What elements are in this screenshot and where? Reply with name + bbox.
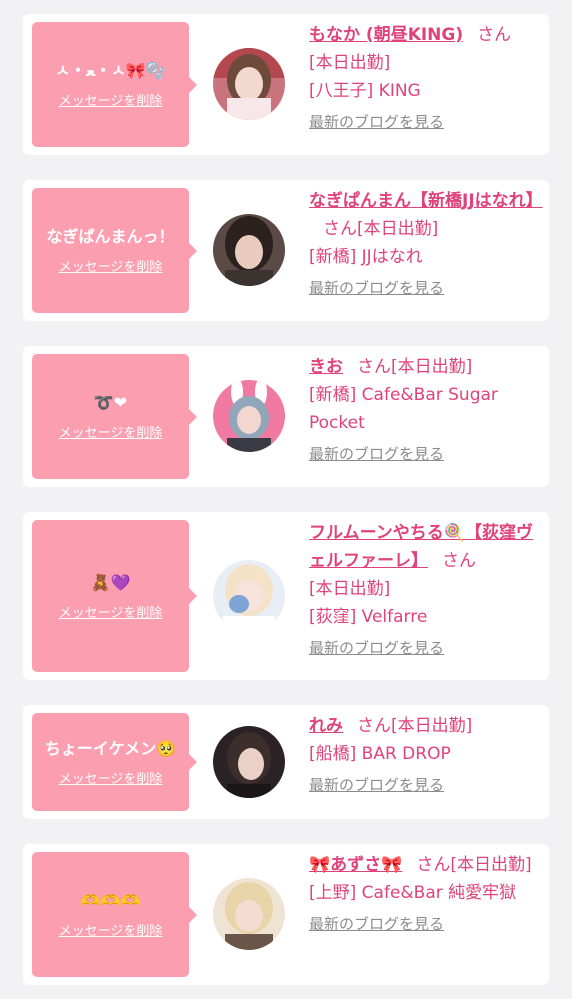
avatar[interactable] (213, 726, 285, 798)
shop-name: [上野] Cafe&Bar 純愛牢獄 (309, 883, 517, 903)
cast-info: きお さん[本日出勤] [新橋] Cafe&Bar Sugar Pocket 最新… (309, 353, 543, 465)
avatar[interactable] (213, 48, 285, 120)
message-bubble: ➰❤ メッセージを削除 (32, 354, 197, 479)
shop-name: [新橋] JJはなれ (309, 247, 423, 267)
message-text: ちょーイケメン🥺 (44, 738, 177, 758)
latest-blog-link[interactable]: 最新のブログを見る (309, 913, 543, 935)
message-card: ちょーイケメン🥺 メッセージを削除 れみ さん[本日出勤] [船橋] BAR DR… (23, 705, 549, 819)
message-text: なぎぱんまんっ！ (46, 227, 175, 246)
cast-info: もなか (朝昼KING) さん [本日出勤] [八王子] KING 最新のブログを… (309, 21, 543, 133)
latest-blog-link[interactable]: 最新のブログを見る (309, 637, 543, 659)
shop-name: [船橋] BAR DROP (309, 744, 451, 764)
latest-blog-link[interactable]: 最新のブログを見る (309, 443, 543, 465)
message-bubble: ちょーイケメン🥺 メッセージを削除 (32, 713, 197, 811)
shop-name: [荻窪] Velfarre (309, 607, 428, 627)
latest-blog-link[interactable]: 最新のブログを見る (309, 277, 543, 299)
honorific: さん (442, 551, 476, 571)
message-text: ➰❤ (93, 393, 128, 412)
delete-message-link[interactable]: メッセージを削除 (59, 920, 163, 939)
message-bubble: なぎぱんまんっ！ メッセージを削除 (32, 188, 197, 313)
honorific: さん (477, 25, 512, 45)
message-bubble: 🧸💜 メッセージを削除 (32, 520, 197, 672)
latest-blog-link[interactable]: 最新のブログを見る (309, 111, 543, 133)
delete-message-link[interactable]: メッセージを削除 (59, 256, 163, 275)
message-card: ㅅ・ﻌ・ㅅ🎀🫧 メッセージを削除 もなか (朝昼KING) さん [本日出勤] [… (23, 14, 549, 155)
avatar[interactable] (213, 214, 285, 286)
cast-name-link[interactable]: なぎぱんまん【新橋JJはなれ】 (309, 191, 543, 211)
honorific: さん (357, 357, 391, 377)
shop-name: [新橋] Cafe&Bar Sugar Pocket (309, 385, 498, 433)
message-card: なぎぱんまんっ！ メッセージを削除 なぎぱんまん【新橋JJはなれ】さん[本日出勤… (23, 180, 549, 321)
cast-info: れみ さん[本日出勤] [船橋] BAR DROP 最新のブログを見る (309, 712, 543, 796)
attendance-status: [本日出勤] (357, 219, 439, 239)
cast-name-link[interactable]: れみ (309, 716, 343, 736)
cast-name-link[interactable]: 🎀あずさ🎀 (309, 855, 402, 875)
attendance-status: [本日出勤] (391, 716, 473, 736)
cast-name-link[interactable]: フルムーンやちる🍭【荻窪ヴェルファーレ】 (309, 523, 533, 571)
avatar[interactable] (213, 878, 285, 950)
delete-message-link[interactable]: メッセージを削除 (59, 768, 163, 787)
cast-name-link[interactable]: きお (309, 357, 343, 377)
message-bubble: ㅅ・ﻌ・ㅅ🎀🫧 メッセージを削除 (32, 22, 197, 147)
delete-message-link[interactable]: メッセージを削除 (59, 602, 163, 621)
cast-info: 🎀あずさ🎀 さん[本日出勤] [上野] Cafe&Bar 純愛牢獄 最新のブログを… (309, 851, 543, 935)
message-card: 🧸💜 メッセージを削除 フルムーンやちる🍭【荻窪ヴェルファーレ】 さん [本日出勤… (23, 512, 549, 680)
latest-blog-link[interactable]: 最新のブログを見る (309, 774, 543, 796)
attendance-status: [本日出勤] (450, 855, 532, 875)
attendance-status: [本日出勤] (391, 357, 473, 377)
attendance-status: [本日出勤] (309, 579, 391, 599)
cast-name-link[interactable]: もなか (朝昼KING) (309, 25, 463, 45)
message-text: 🧸💜 (90, 572, 131, 592)
message-list: ㅅ・ﻌ・ㅅ🎀🫧 メッセージを削除 もなか (朝昼KING) さん [本日出勤] [… (0, 0, 572, 999)
cast-info: なぎぱんまん【新橋JJはなれ】さん[本日出勤] [新橋] JJはなれ 最新のブロ… (309, 187, 543, 299)
delete-message-link[interactable]: メッセージを削除 (59, 422, 163, 441)
message-bubble: 🫶🫶🫶 メッセージを削除 (32, 852, 197, 977)
cast-info: フルムーンやちる🍭【荻窪ヴェルファーレ】 さん [本日出勤] [荻窪] Velfa… (309, 519, 543, 659)
attendance-status: [本日出勤] (309, 53, 391, 73)
shop-name: [八王子] KING (309, 81, 421, 101)
honorific: さん (416, 855, 451, 875)
message-text: 🫶🫶🫶 (80, 891, 141, 910)
avatar[interactable] (213, 380, 285, 452)
delete-message-link[interactable]: メッセージを削除 (59, 90, 163, 109)
avatar[interactable] (213, 560, 285, 632)
message-text: ㅅ・ﻌ・ㅅ🎀🫧 (55, 61, 166, 80)
honorific: さん (357, 716, 391, 736)
honorific: さん (323, 219, 357, 239)
message-card: ➰❤ メッセージを削除 きお さん[本日出勤] [新橋] Cafe&Bar Sug… (23, 346, 549, 487)
message-card: 🫶🫶🫶 メッセージを削除 🎀あずさ🎀 さん[本日出勤] [上野] Cafe&Bar… (23, 844, 549, 985)
